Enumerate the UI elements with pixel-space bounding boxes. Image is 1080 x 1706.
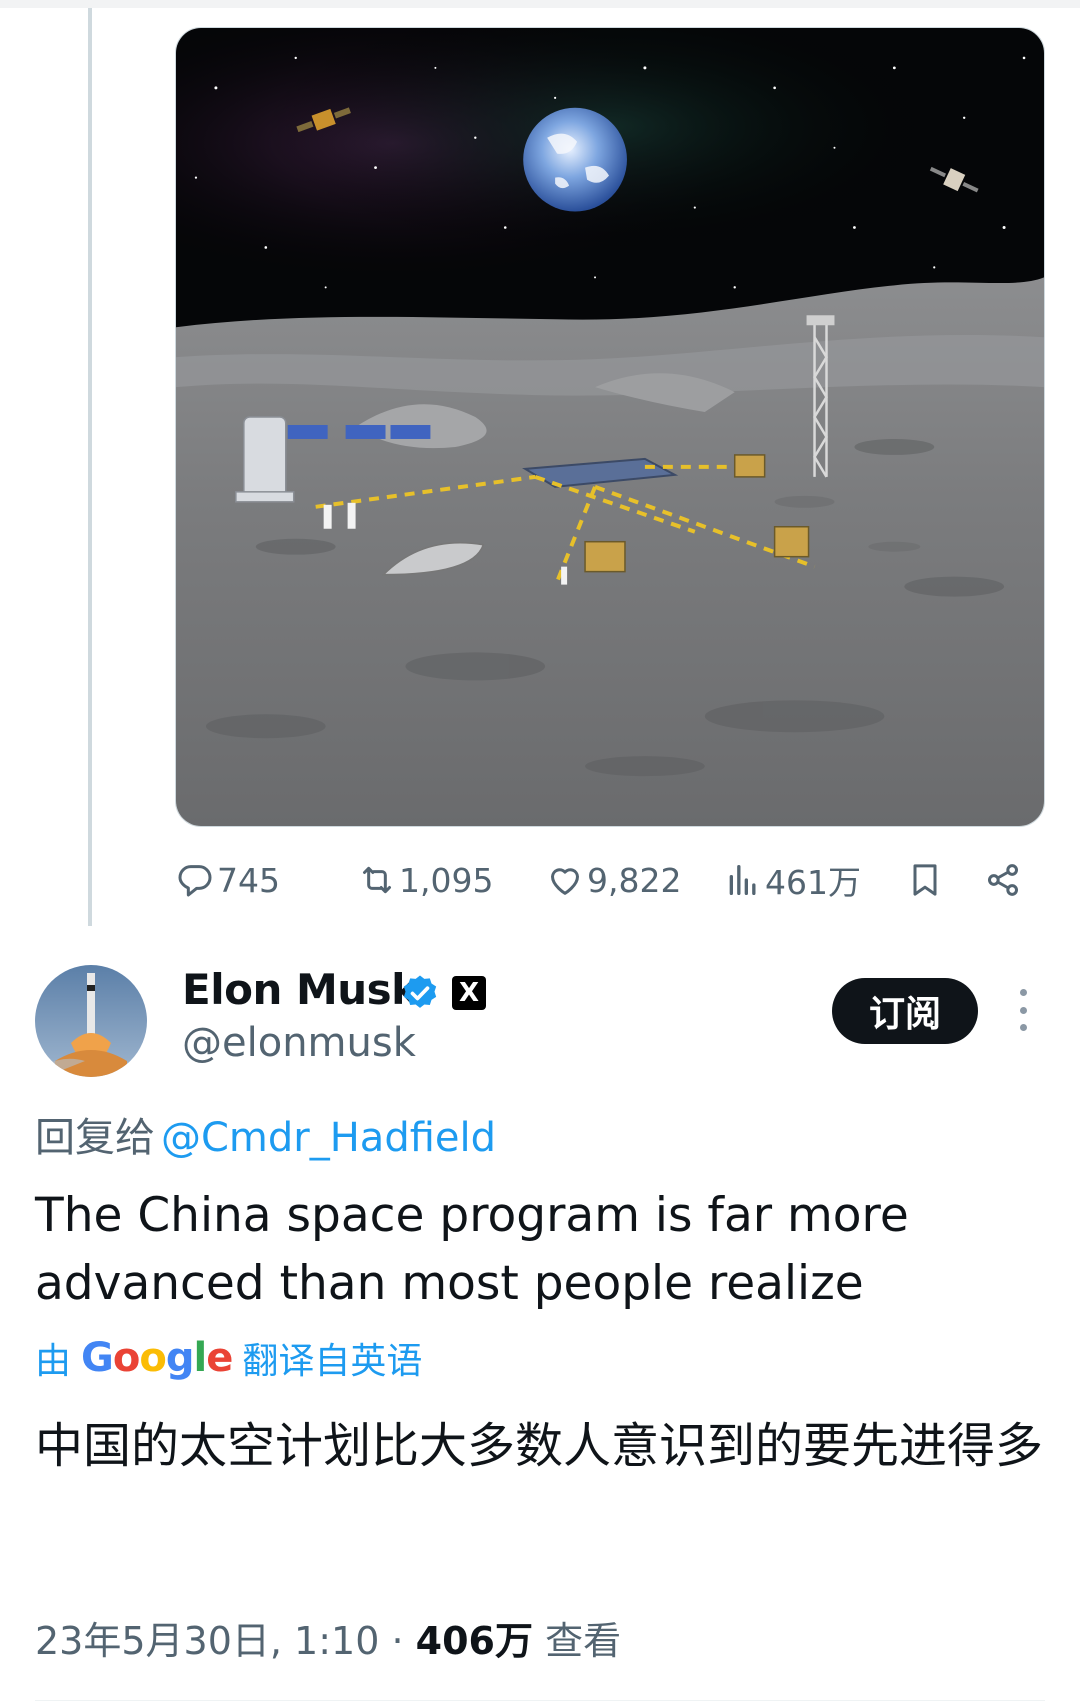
translation-prefix: 由 xyxy=(35,1341,72,1382)
reply-context: 回复给 @Cmdr_Hadfield xyxy=(35,1105,496,1163)
tweet-action-bar: 745 1,095 9,822 461万 xyxy=(175,850,1035,910)
tweet-timestamp[interactable]: 23年5月30日, 1:10 xyxy=(35,1619,379,1663)
reply-prefix: 回复给 xyxy=(35,1115,155,1161)
heart-icon xyxy=(551,868,579,895)
reply-button[interactable]: 745 xyxy=(175,850,280,910)
meta-separator: · xyxy=(379,1619,416,1663)
bookmark-button[interactable] xyxy=(905,850,947,910)
retweet-button[interactable]: 1,095 xyxy=(357,850,493,910)
like-button[interactable]: 9,822 xyxy=(545,850,681,910)
more-options-button[interactable] xyxy=(1010,985,1036,1035)
subscribe-button[interactable]: 订阅 xyxy=(832,978,978,1044)
retweet-count: 1,095 xyxy=(399,860,494,900)
tweet-meta: 23年5月30日, 1:10 · 406万 查看 xyxy=(35,1610,621,1665)
reply-mention-link[interactable]: @Cmdr_Hadfield xyxy=(161,1115,496,1161)
share-button[interactable] xyxy=(983,850,1025,910)
reply-icon xyxy=(178,865,212,897)
share-icon xyxy=(988,864,1018,896)
x-affiliate-badge: X xyxy=(452,976,486,1010)
tweet-media-image[interactable] xyxy=(175,27,1045,827)
avatar-rocket-image xyxy=(35,965,147,1077)
thread-connector-line xyxy=(88,8,92,926)
tweet-views-count: 406万 xyxy=(415,1619,533,1663)
bottom-divider xyxy=(35,1700,1045,1701)
author-name[interactable]: Elon Musk xyxy=(182,965,419,1014)
google-logo: Google xyxy=(81,1335,233,1381)
top-divider xyxy=(0,0,1080,8)
reply-count: 745 xyxy=(217,860,280,900)
lunar-base-illustration xyxy=(176,28,1044,826)
more-dots-icon xyxy=(1019,1024,1027,1031)
bookmark-icon xyxy=(913,864,937,896)
bar-chart-icon xyxy=(729,865,756,895)
more-dots-icon xyxy=(1019,989,1027,996)
tweet-text: The China space program is far more adva… xyxy=(35,1188,909,1311)
more-dots-icon xyxy=(1019,1006,1027,1014)
retweet-icon xyxy=(363,866,391,894)
translated-text: 中国的太空计划比大多数人意识到的要先进得多 xyxy=(35,1418,1044,1474)
author-handle[interactable]: @elonmusk xyxy=(182,1020,416,1066)
verified-badge-icon xyxy=(403,975,437,1008)
like-count: 9,822 xyxy=(587,860,682,900)
translation-suffix: 翻译自英语 xyxy=(242,1341,423,1382)
views-button[interactable]: 461万 xyxy=(723,850,861,910)
tweet-views-label: 查看 xyxy=(545,1619,622,1663)
views-count: 461万 xyxy=(765,863,861,902)
avatar[interactable] xyxy=(35,965,147,1077)
translation-attribution[interactable]: 由 Google 翻译自英语 xyxy=(35,1333,422,1383)
